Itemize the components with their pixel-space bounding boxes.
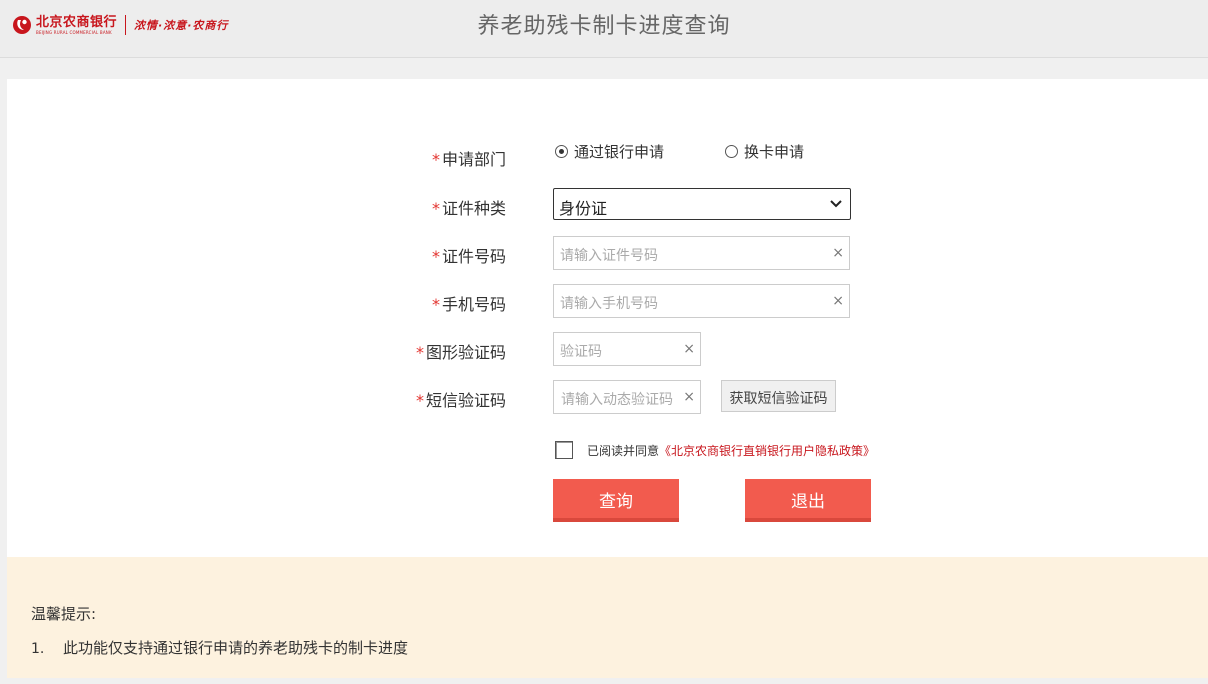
clear-icon[interactable]: ×: [683, 389, 695, 405]
id-number-placeholder: 请输入证件号码: [560, 248, 658, 264]
query-button[interactable]: 查询: [553, 479, 679, 522]
privacy-policy-link[interactable]: 《北京农商银行直销银行用户隐私政策》: [659, 442, 875, 459]
sms-code-placeholder: 请输入动态验证码: [561, 392, 673, 408]
required-star: *: [431, 247, 440, 266]
captcha-row: * 图形验证码 验证码 ×: [7, 332, 1208, 366]
tips-title: 温馨提示:: [31, 605, 97, 623]
clear-icon[interactable]: ×: [683, 341, 695, 357]
id-type-label: * 证件种类: [431, 199, 506, 218]
radio-card-replace[interactable]: 换卡申请: [725, 141, 804, 162]
clear-icon[interactable]: ×: [832, 245, 844, 261]
tips-item: 1. 此功能仅支持通过银行申请的养老助残卡的制卡进度: [31, 637, 408, 658]
required-star: *: [431, 199, 440, 218]
tips-item-number: 1.: [31, 641, 45, 657]
radio-card-replace-label: 换卡申请: [744, 143, 805, 161]
id-type-row: * 证件种类 身份证: [7, 188, 1208, 222]
sms-code-input[interactable]: 请输入动态验证码 ×: [553, 380, 701, 414]
chevron-down-icon: [830, 200, 842, 208]
id-number-input[interactable]: 请输入证件号码 ×: [553, 236, 850, 270]
captcha-placeholder: 验证码: [560, 344, 602, 360]
required-star: *: [415, 391, 424, 410]
header: 北京农商银行 BEIJING RURAL COMMERCIAL BANK 浓情·…: [0, 0, 1208, 58]
agreement-text: 已阅读并同意: [587, 443, 660, 458]
required-star: *: [431, 295, 440, 314]
captcha-label: * 图形验证码: [415, 343, 506, 362]
clear-icon[interactable]: ×: [832, 293, 844, 309]
page-title: 养老助残卡制卡进度查询: [477, 14, 731, 39]
id-number-label: * 证件号码: [431, 247, 506, 266]
radio-checked-icon[interactable]: [555, 145, 568, 158]
phone-label: * 手机号码: [431, 295, 506, 314]
radio-unchecked-icon[interactable]: [725, 145, 738, 158]
exit-button[interactable]: 退出: [745, 479, 871, 522]
sms-label: * 短信验证码: [415, 391, 506, 410]
agreement-checkbox[interactable]: [555, 441, 573, 459]
phone-input[interactable]: 请输入手机号码 ×: [553, 284, 850, 318]
required-star: *: [415, 343, 424, 362]
department-label: * 申请部门: [431, 150, 506, 169]
agreement-row: 已阅读并同意 《北京农商银行直销银行用户隐私政策》: [555, 441, 875, 459]
phone-row: * 手机号码 请输入手机号码 ×: [7, 284, 1208, 318]
department-row: * 申请部门 通过银行申请 换卡申请: [7, 139, 1208, 173]
phone-placeholder: 请输入手机号码: [560, 296, 658, 312]
tips-panel: 温馨提示: 1. 此功能仅支持通过银行申请的养老助残卡的制卡进度: [7, 557, 1208, 678]
captcha-input[interactable]: 验证码 ×: [553, 332, 701, 366]
id-type-selected: 身份证: [559, 199, 608, 218]
sms-row: * 短信验证码 请输入动态验证码 × 获取短信验证码: [7, 380, 1208, 414]
get-sms-code-button[interactable]: 获取短信验证码: [721, 380, 836, 412]
radio-bank-apply[interactable]: 通过银行申请: [555, 141, 664, 162]
query-form-panel: * 申请部门 通过银行申请 换卡申请 * 证件种类 身份证 * 证件号码 请输入证件号…: [7, 79, 1208, 557]
id-number-row: * 证件号码 请输入证件号码 ×: [7, 236, 1208, 270]
id-type-select[interactable]: 身份证: [553, 188, 851, 220]
radio-bank-apply-label: 通过银行申请: [574, 143, 665, 161]
tips-item-text: 此功能仅支持通过银行申请的养老助残卡的制卡进度: [63, 639, 409, 657]
required-star: *: [431, 150, 440, 169]
